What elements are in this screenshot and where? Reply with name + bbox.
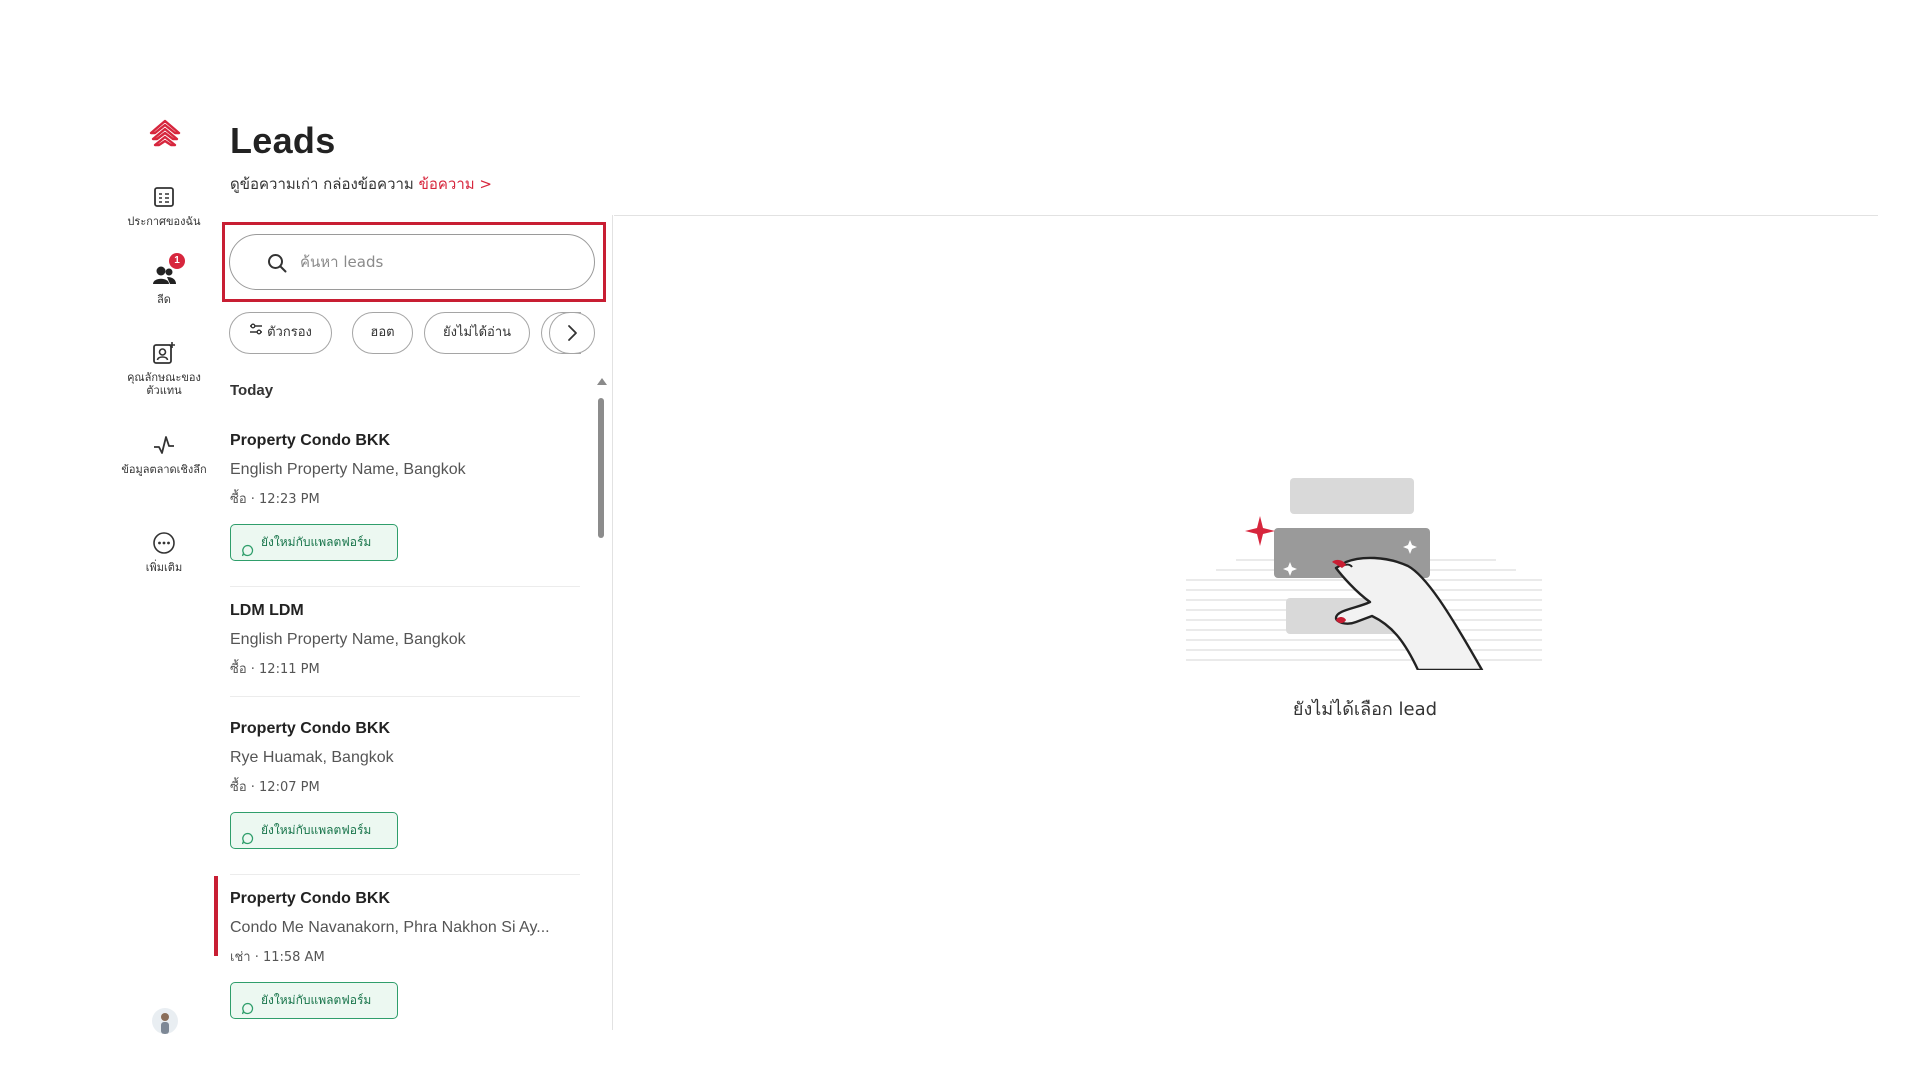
chip-label: ยังไม่ได้อ่าน xyxy=(442,325,512,340)
leads-list: Today Property Condo BKK English Propert… xyxy=(214,378,594,1030)
lead-property: English Property Name, Bangkok xyxy=(230,461,466,478)
lead-name: LDM LDM xyxy=(230,602,304,619)
lead-item-selected[interactable]: Property Condo BKK Condo Me Navanakorn, … xyxy=(214,876,580,1030)
lead-item[interactable]: Property Condo BKK Rye Huamak, Bangkok ซ… xyxy=(214,720,580,875)
page-subtitle: ดูข้อความเก่า กล่องข้อความ ข้อความ > xyxy=(230,172,492,196)
lead-property: Condo Me Navanakorn, Phra Nakhon Si Ay..… xyxy=(230,919,550,936)
lead-meta: ซื้อ · 12:11 PM xyxy=(230,662,320,677)
new-user-badge: ยังใหม่กับแพลตฟอร์ม xyxy=(230,812,398,849)
chip-label: ฮอต xyxy=(370,325,395,340)
brand-logo-icon[interactable] xyxy=(148,118,182,152)
divider xyxy=(230,696,580,697)
scroll-thumb[interactable] xyxy=(598,398,604,538)
lead-meta: เช่า · 11:58 AM xyxy=(230,950,325,965)
scroll-up-arrow-icon[interactable] xyxy=(597,378,607,385)
lead-property: English Property Name, Bangkok xyxy=(230,631,466,648)
lead-name: Property Condo BKK xyxy=(230,432,390,449)
people-icon: 1 xyxy=(151,253,185,288)
tag-label: ยังใหม่กับแพลตฟอร์ม xyxy=(261,535,372,549)
side-nav: ประกาศของฉัน 1 ลีด คุณลักษณะของตัวแทน ข้… xyxy=(118,110,210,1040)
nav-label: ลีด xyxy=(157,293,171,306)
tag-label: ยังใหม่กับแพลตฟอร์ม xyxy=(261,823,372,837)
lead-item[interactable]: Property Condo BKK English Property Name… xyxy=(214,432,580,587)
analytics-icon xyxy=(151,432,177,458)
new-user-badge: ยังใหม่กับแพลตฟอร์ม xyxy=(230,524,398,561)
filter-button[interactable]: ตัวกรอง xyxy=(229,312,332,354)
divider xyxy=(230,874,580,875)
search-icon xyxy=(266,252,288,274)
nav-label: คุณลักษณะของตัวแทน xyxy=(127,371,201,397)
empty-state-message: ยังไม่ได้เลือก lead xyxy=(1292,699,1438,720)
selected-indicator xyxy=(214,876,218,956)
lead-meta: ซื้อ · 12:07 PM xyxy=(230,780,320,795)
panel-divider xyxy=(612,215,613,1030)
listings-icon xyxy=(151,184,177,210)
lead-meta: ซื้อ · 12:23 PM xyxy=(230,492,320,507)
user-avatar[interactable] xyxy=(152,1008,178,1034)
nav-item-market-insights[interactable]: ข้อมูลตลาดเชิงลึก xyxy=(118,432,210,476)
chat-bubble-icon xyxy=(241,824,254,858)
nav-item-my-listings[interactable]: ประกาศของฉัน xyxy=(118,184,210,228)
page-title: Leads xyxy=(230,120,336,161)
notification-badge: 1 xyxy=(169,253,185,269)
chip-label: ตัวกรอง xyxy=(267,325,312,340)
tag-label: ยังใหม่กับแพลตฟอร์ม xyxy=(261,993,372,1007)
search-box[interactable] xyxy=(229,234,595,290)
lead-property: Rye Huamak, Bangkok xyxy=(230,749,394,766)
subtitle-text: ดูข้อความเก่า กล่องข้อความ xyxy=(230,175,414,193)
new-user-badge: ยังใหม่กับแพลตฟอร์ม xyxy=(230,982,398,1019)
more-icon xyxy=(151,530,177,556)
lead-name: Property Condo BKK xyxy=(230,890,390,907)
lead-name: Property Condo BKK xyxy=(230,720,390,737)
chip-unread[interactable]: ยังไม่ได้อ่าน xyxy=(424,312,530,354)
divider xyxy=(230,586,580,587)
nav-label: ประกาศของฉัน xyxy=(127,215,201,228)
nav-item-agent-profile[interactable]: คุณลักษณะของตัวแทน xyxy=(118,340,210,397)
search-input[interactable] xyxy=(300,249,570,275)
agent-profile-icon xyxy=(151,340,177,366)
chevron-right-icon xyxy=(568,325,577,341)
lead-item[interactable]: LDM LDM English Property Name, Bangkok ซ… xyxy=(214,602,580,702)
filter-sliders-icon xyxy=(249,313,263,352)
header-divider xyxy=(614,215,1878,216)
filter-chips: ตัวกรอง ฮอต ยังไม่ได้อ่าน xyxy=(229,312,595,354)
nav-item-leads[interactable]: 1 ลีด xyxy=(118,253,210,306)
nav-item-more[interactable]: เพิ่มเติม xyxy=(118,530,210,574)
chip-hot[interactable]: ฮอต xyxy=(352,312,413,354)
nav-label: ข้อมูลตลาดเชิงลึก xyxy=(121,463,207,476)
list-scrollbar[interactable] xyxy=(596,378,607,1030)
inbox-link[interactable]: ข้อความ > xyxy=(419,175,492,193)
chat-bubble-icon xyxy=(241,536,254,570)
section-label-today: Today xyxy=(230,382,274,399)
empty-state-illustration xyxy=(1186,470,1542,672)
chips-next-button[interactable] xyxy=(549,312,595,354)
chat-bubble-icon xyxy=(241,994,254,1028)
nav-label: เพิ่มเติม xyxy=(145,561,183,574)
